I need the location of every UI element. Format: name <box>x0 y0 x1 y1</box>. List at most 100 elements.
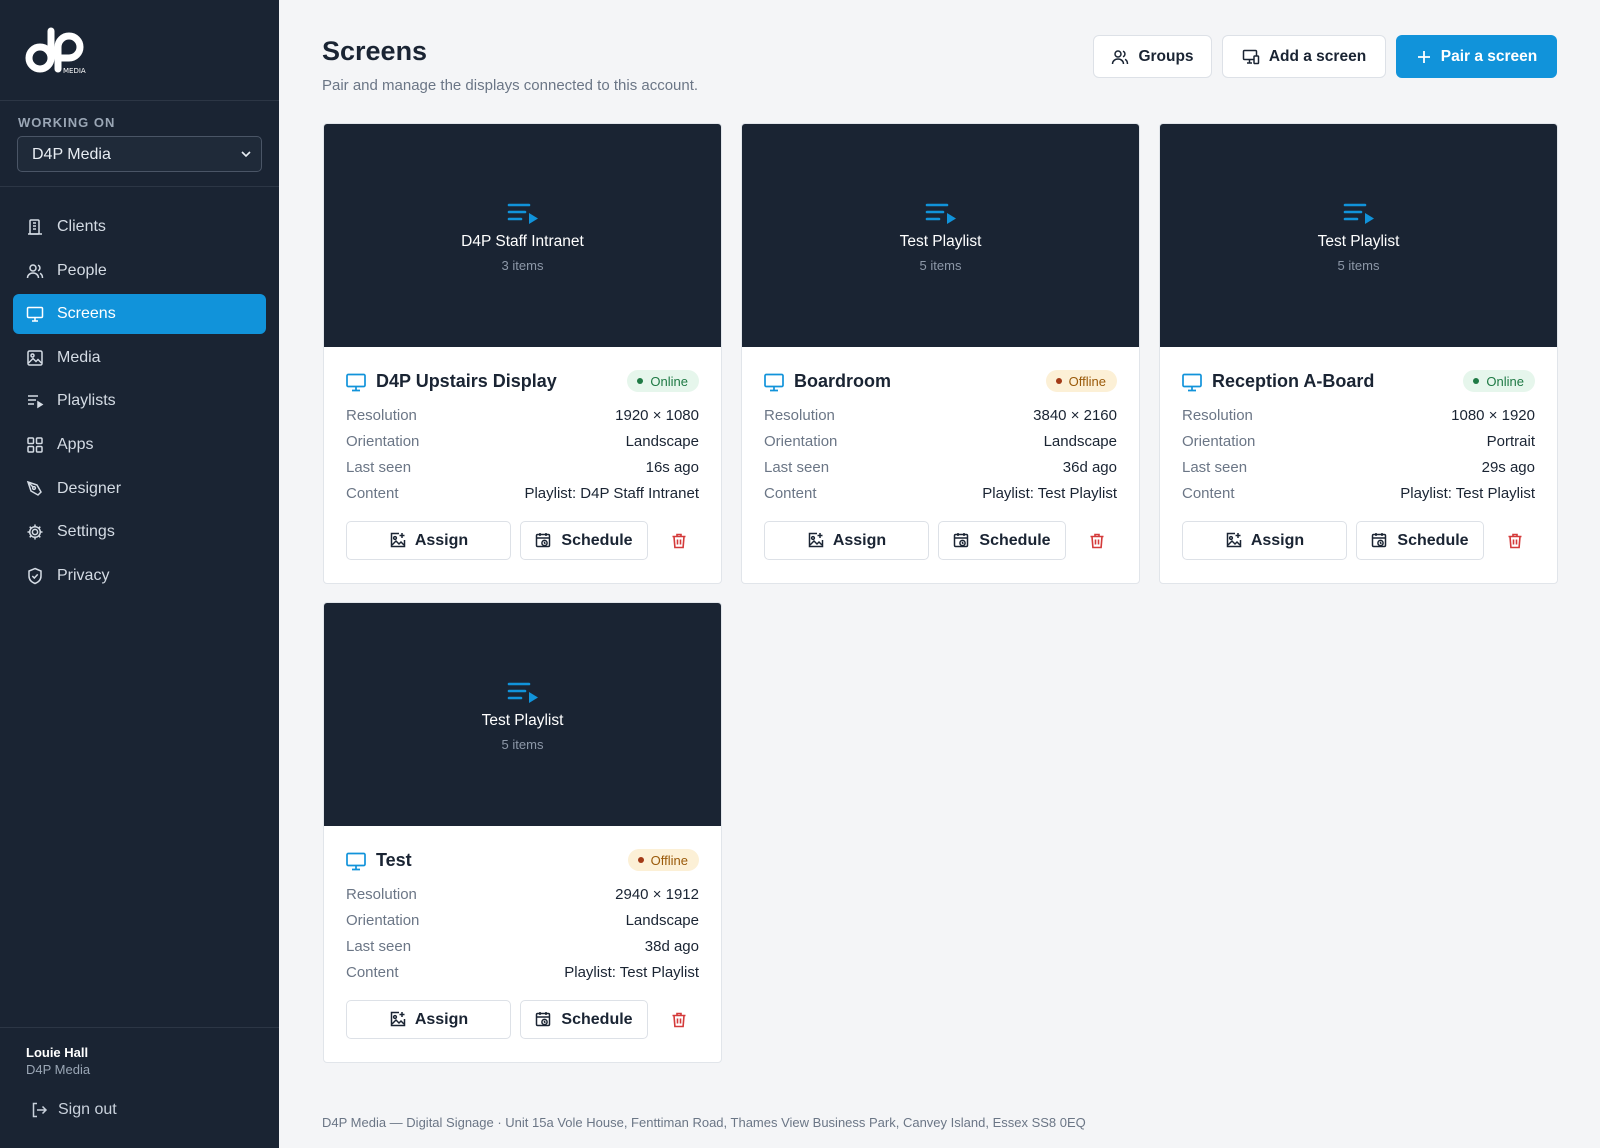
content-preview[interactable]: Test Playlist 5 items <box>742 124 1139 347</box>
add-screen-label: Add a screen <box>1268 47 1367 65</box>
field-value: 16s ago <box>645 459 699 476</box>
assign-button[interactable]: Assign <box>764 521 929 560</box>
calendar-clock-icon <box>536 533 551 548</box>
preview-count: 3 items <box>501 258 544 273</box>
schedule-button[interactable]: Schedule <box>1356 521 1484 560</box>
schedule-button[interactable]: Schedule <box>938 521 1066 560</box>
field-value: Portrait <box>1486 433 1535 450</box>
plus-icon <box>1417 50 1430 63</box>
page-title: Screens <box>322 36 428 66</box>
image-add-icon <box>1226 532 1242 548</box>
field-label: Resolution <box>346 407 417 424</box>
last-seen-row: Last seen 16s ago <box>346 459 699 479</box>
sidebar-item-label: Playlists <box>57 392 116 410</box>
assign-button[interactable]: Assign <box>1182 521 1347 560</box>
building-icon <box>26 218 44 236</box>
playlist-icon <box>26 392 44 410</box>
image-add-icon <box>390 1011 406 1027</box>
sidebar-item-screens[interactable]: Screens <box>13 294 266 335</box>
screen-name[interactable]: D4P Upstairs Display <box>376 371 557 392</box>
orientation-row: Orientation Landscape <box>346 433 699 453</box>
content-preview[interactable]: Test Playlist 5 items <box>1160 124 1557 347</box>
content-row: Content Playlist: Test Playlist <box>1182 485 1535 505</box>
content-row: Content Playlist: Test Playlist <box>346 964 699 984</box>
add-screen-button[interactable]: Add a screen <box>1222 35 1386 78</box>
field-label: Resolution <box>1182 407 1253 424</box>
sidebar-divider <box>0 1027 279 1028</box>
field-value: Landscape <box>625 433 699 450</box>
trash-icon[interactable] <box>1088 532 1106 550</box>
field-value: Landscape <box>1043 433 1117 450</box>
content-row: Content Playlist: D4P Staff Intranet <box>346 485 699 505</box>
field-label: Content <box>346 964 399 981</box>
trash-icon[interactable] <box>670 532 688 550</box>
status-dot <box>1473 378 1480 384</box>
sidebar-item-privacy[interactable]: Privacy <box>13 556 266 596</box>
workspace-select[interactable]: D4P Media <box>17 136 262 172</box>
pair-screen-label: Pair a screen <box>1440 47 1538 65</box>
screen-name[interactable]: Test <box>376 850 412 871</box>
gear-icon <box>26 523 44 541</box>
field-label: Last seen <box>346 938 412 955</box>
resolution-row: Resolution 1920 × 1080 <box>346 407 699 427</box>
sidebar-item-playlists[interactable]: Playlists <box>13 381 266 421</box>
schedule-button[interactable]: Schedule <box>520 1000 648 1039</box>
preview-count: 5 items <box>501 737 544 752</box>
assign-button[interactable]: Assign <box>346 1000 511 1039</box>
workspace-selected: D4P Media <box>32 146 111 163</box>
monitor-icon <box>346 852 366 871</box>
sidebar-item-label: Clients <box>57 218 106 235</box>
add-device-icon <box>1242 49 1260 64</box>
sidebar-item-designer[interactable]: Designer <box>13 469 266 509</box>
schedule-button[interactable]: Schedule <box>520 521 648 560</box>
sidebar-item-media[interactable]: Media <box>13 338 266 378</box>
playlist-icon <box>1343 203 1374 224</box>
status-label: Offline <box>650 852 688 868</box>
field-label: Resolution <box>764 407 835 424</box>
user-org: D4P Media <box>26 1062 91 1077</box>
sidebar-item-people[interactable]: People <box>13 251 266 291</box>
resolution-row: Resolution 2940 × 1912 <box>346 886 699 906</box>
content-preview[interactable]: D4P Staff Intranet 3 items <box>324 124 721 347</box>
trash-icon[interactable] <box>670 1011 688 1029</box>
sidebar-item-settings[interactable]: Settings <box>13 512 266 552</box>
preview-count: 5 items <box>1337 258 1380 273</box>
screen-name[interactable]: Boardroom <box>794 371 891 392</box>
groups-label: Groups <box>1138 47 1194 65</box>
sign-out-button[interactable]: Sign out <box>30 1101 117 1119</box>
status-dot <box>637 378 644 384</box>
last-seen-row: Last seen 36d ago <box>764 459 1117 479</box>
content-row: Content Playlist: Test Playlist <box>764 485 1117 505</box>
sidebar-item-apps[interactable]: Apps <box>13 425 266 465</box>
field-label: Last seen <box>764 459 830 476</box>
sidebar-item-label: Apps <box>57 435 94 453</box>
preview-title: Test Playlist <box>481 712 564 729</box>
field-value: Playlist: Test Playlist <box>982 485 1117 502</box>
sign-out-label: Sign out <box>58 1101 117 1118</box>
pair-screen-button[interactable]: Pair a screen <box>1396 35 1557 78</box>
field-label: Content <box>1182 485 1235 502</box>
sidebar-item-clients[interactable]: Clients <box>13 207 266 247</box>
field-value: 38d ago <box>644 938 699 955</box>
schedule-label: Schedule <box>1397 531 1469 549</box>
logo-sub: MEDIA <box>63 67 86 75</box>
monitor-icon <box>1182 373 1202 392</box>
orientation-row: Orientation Landscape <box>346 912 699 932</box>
preview-count: 5 items <box>919 258 962 273</box>
sidebar-divider <box>0 100 279 101</box>
monitor-icon <box>764 373 784 392</box>
sidebar-divider <box>0 186 279 187</box>
assign-button[interactable]: Assign <box>346 521 511 560</box>
field-value: 1080 × 1920 <box>1451 407 1535 424</box>
field-label: Last seen <box>1182 459 1248 476</box>
logo[interactable]: MEDIA <box>25 25 95 75</box>
field-label: Content <box>346 485 399 502</box>
content-preview[interactable]: Test Playlist 5 items <box>324 603 721 826</box>
screen-name[interactable]: Reception A-Board <box>1212 371 1374 392</box>
field-label: Orientation <box>346 912 420 929</box>
field-value: 36d ago <box>1062 459 1117 476</box>
trash-icon[interactable] <box>1506 532 1524 550</box>
status-badge: Offline <box>627 849 699 871</box>
groups-button[interactable]: Groups <box>1093 35 1212 78</box>
field-label: Orientation <box>764 433 838 450</box>
